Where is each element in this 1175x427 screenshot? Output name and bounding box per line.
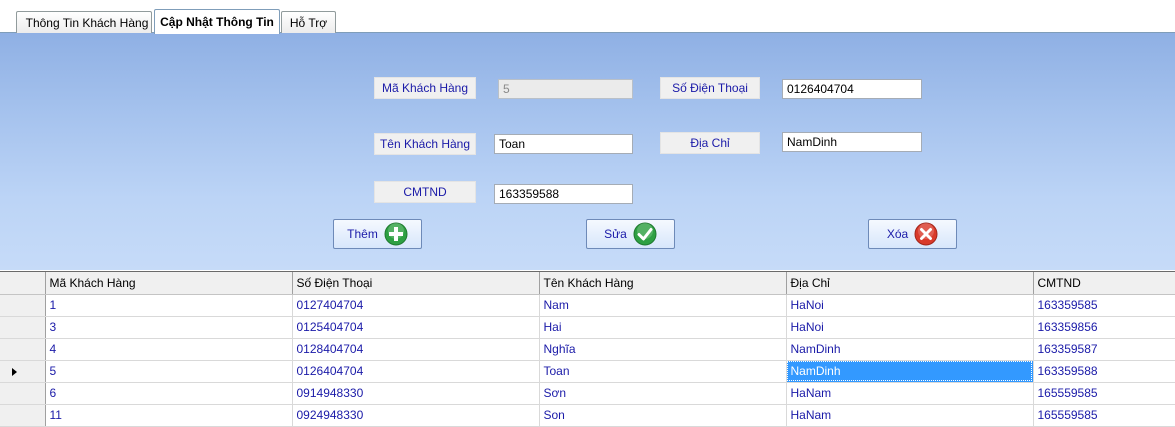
- row-header[interactable]: [0, 316, 46, 339]
- ten-khach-hang-field[interactable]: [494, 134, 633, 154]
- ma-khach-hang-field: [498, 79, 633, 99]
- cell-dia-chi[interactable]: HaNam: [786, 382, 1034, 405]
- ma-khach-hang-label: Mã Khách Hàng: [374, 77, 476, 99]
- tab-thong-tin-khach-hang[interactable]: Thông Tin Khách Hàng: [16, 11, 152, 33]
- table-row[interactable]: 11 0924948330 Son HaNam 165559585: [0, 404, 1175, 427]
- table-header-row: Mã Khách Hàng Số Điện Thoại Tên Khách Hà…: [0, 272, 1175, 295]
- cell-dia-chi[interactable]: HaNoi: [786, 316, 1034, 339]
- current-row-arrow-icon: [12, 367, 17, 376]
- cell-ten-khach-hang[interactable]: Sơn: [539, 382, 787, 405]
- plus-icon: [384, 222, 408, 246]
- cell-ma-khach-hang[interactable]: 4: [45, 338, 293, 361]
- cell-ten-khach-hang[interactable]: Toan: [539, 360, 787, 383]
- cell-cmtnd[interactable]: 163359856: [1033, 316, 1175, 339]
- cell-so-dien-thoai[interactable]: 0128404704: [292, 338, 540, 361]
- cell-dia-chi[interactable]: NamDinh: [786, 338, 1034, 361]
- row-header-corner[interactable]: [0, 272, 46, 295]
- check-icon: [633, 222, 657, 246]
- table-row-current[interactable]: 5 0126404704 Toan NamDinh 163359588: [0, 360, 1175, 383]
- row-header-current[interactable]: [0, 360, 46, 383]
- them-button-label: Thêm: [347, 227, 378, 241]
- tab-ho-tro[interactable]: Hỗ Trợ: [281, 11, 336, 33]
- column-header-ten-khach-hang[interactable]: Tên Khách Hàng: [539, 272, 787, 295]
- sua-button-label: Sửa: [604, 227, 627, 241]
- cell-so-dien-thoai[interactable]: 0127404704: [292, 294, 540, 317]
- so-dien-thoai-label: Số Điện Thoại: [660, 77, 760, 99]
- column-header-ma-khach-hang[interactable]: Mã Khách Hàng: [45, 272, 293, 295]
- tab-cap-nhat-thong-tin[interactable]: Cập Nhật Thông Tin: [154, 9, 280, 34]
- cell-cmtnd[interactable]: 165559585: [1033, 382, 1175, 405]
- cell-cmtnd[interactable]: 163359588: [1033, 360, 1175, 383]
- cell-dia-chi[interactable]: HaNoi: [786, 294, 1034, 317]
- cell-so-dien-thoai[interactable]: 0126404704: [292, 360, 540, 383]
- customer-grid[interactable]: Mã Khách Hàng Số Điện Thoại Tên Khách Hà…: [0, 271, 1175, 427]
- cell-ten-khach-hang[interactable]: Nghĩa: [539, 338, 787, 361]
- cell-ten-khach-hang[interactable]: Nam: [539, 294, 787, 317]
- dia-chi-label: Địa Chỉ: [660, 132, 760, 154]
- column-header-dia-chi[interactable]: Địa Chỉ: [786, 272, 1034, 295]
- them-button[interactable]: Thêm: [333, 219, 422, 249]
- cell-cmtnd[interactable]: 165559585: [1033, 404, 1175, 427]
- cmtnd-field[interactable]: [494, 184, 633, 204]
- tab-strip: Thông Tin Khách Hàng Cập Nhật Thông Tin …: [0, 0, 1175, 34]
- row-header[interactable]: [0, 338, 46, 361]
- column-header-so-dien-thoai[interactable]: Số Điện Thoại: [292, 272, 540, 295]
- cell-so-dien-thoai[interactable]: 0924948330: [292, 404, 540, 427]
- sua-button[interactable]: Sửa: [586, 219, 675, 249]
- table-row[interactable]: 4 0128404704 Nghĩa NamDinh 163359587: [0, 338, 1175, 361]
- cell-ten-khach-hang[interactable]: Son: [539, 404, 787, 427]
- column-header-cmtnd[interactable]: CMTND: [1033, 272, 1175, 295]
- cell-cmtnd[interactable]: 163359585: [1033, 294, 1175, 317]
- row-header[interactable]: [0, 382, 46, 405]
- xoa-button-label: Xóa: [886, 227, 909, 241]
- row-header[interactable]: [0, 294, 46, 317]
- cell-so-dien-thoai[interactable]: 0914948330: [292, 382, 540, 405]
- customer-table: Mã Khách Hàng Số Điện Thoại Tên Khách Hà…: [0, 272, 1175, 427]
- cell-dia-chi[interactable]: HaNam: [786, 404, 1034, 427]
- update-form-panel: Mã Khách Hàng Tên Khách Hàng CMTND Số Đi…: [0, 33, 1175, 270]
- cell-ma-khach-hang[interactable]: 6: [45, 382, 293, 405]
- ten-khach-hang-label: Tên Khách Hàng: [374, 133, 476, 155]
- xoa-button[interactable]: Xóa: [868, 219, 957, 249]
- cell-ma-khach-hang[interactable]: 1: [45, 294, 293, 317]
- cell-ten-khach-hang[interactable]: Hai: [539, 316, 787, 339]
- so-dien-thoai-field[interactable]: [782, 79, 922, 99]
- table-row[interactable]: 3 0125404704 Hai HaNoi 163359856: [0, 316, 1175, 339]
- cell-ma-khach-hang[interactable]: 5: [45, 360, 293, 383]
- dia-chi-field[interactable]: [782, 132, 922, 152]
- cell-ma-khach-hang[interactable]: 11: [45, 404, 293, 427]
- cell-dia-chi-selected[interactable]: NamDinh: [786, 360, 1034, 383]
- cell-so-dien-thoai[interactable]: 0125404704: [292, 316, 540, 339]
- table-row[interactable]: 1 0127404704 Nam HaNoi 163359585: [0, 294, 1175, 317]
- table-row[interactable]: 6 0914948330 Sơn HaNam 165559585: [0, 382, 1175, 405]
- cell-cmtnd[interactable]: 163359587: [1033, 338, 1175, 361]
- row-header[interactable]: [0, 404, 46, 427]
- cancel-icon: [914, 222, 938, 246]
- cmtnd-label: CMTND: [374, 181, 476, 203]
- cell-ma-khach-hang[interactable]: 3: [45, 316, 293, 339]
